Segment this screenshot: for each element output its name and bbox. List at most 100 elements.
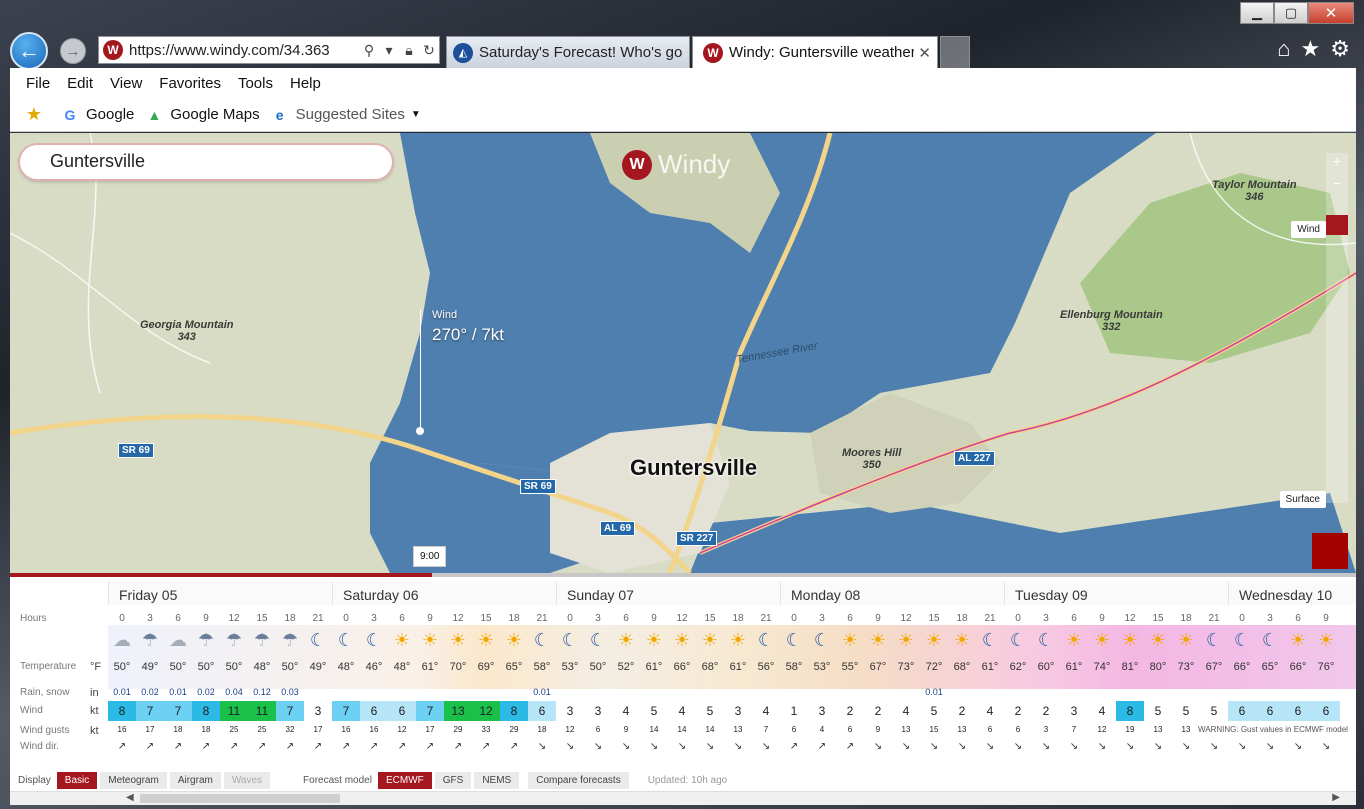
moon-icon: ☾ bbox=[1205, 630, 1223, 650]
temps-cell: 56° bbox=[757, 661, 775, 673]
temps-cell: 74° bbox=[1093, 661, 1111, 673]
model-gfs-button[interactable]: GFS bbox=[434, 771, 472, 789]
wind-cell: 11 bbox=[220, 701, 248, 721]
sun-icon: ☀ bbox=[953, 630, 971, 650]
ie-icon: e bbox=[275, 106, 284, 123]
rain-cell: 0.04 bbox=[225, 687, 243, 697]
dirs-cell: ↘ bbox=[1153, 741, 1163, 752]
zoom-out-button[interactable]: − bbox=[1326, 175, 1348, 197]
fav-google[interactable]: G Google bbox=[60, 105, 135, 125]
hours-cell: 6 bbox=[175, 613, 181, 624]
temps-cell: 61° bbox=[421, 661, 439, 673]
fav-suggested-sites[interactable]: e Suggested Sites ▼ bbox=[270, 105, 421, 125]
sun-icon: ☀ bbox=[393, 630, 411, 650]
compare-forecasts-button[interactable]: Compare forecasts bbox=[528, 771, 629, 789]
minimize-button[interactable]: ▁ bbox=[1240, 2, 1274, 24]
scroll-left-icon[interactable]: ◀ bbox=[126, 792, 134, 803]
horizontal-scrollbar[interactable]: ◀ ▶ bbox=[10, 791, 1356, 805]
windy-logo[interactable]: W Windy bbox=[622, 149, 730, 180]
sun-icon: ☀ bbox=[477, 630, 495, 650]
close-window-button[interactable]: ✕ bbox=[1308, 2, 1354, 24]
dirs-cell: ↗ bbox=[845, 741, 855, 752]
menu-favorites[interactable]: Favorites bbox=[159, 75, 221, 92]
sun-icon: ☀ bbox=[449, 630, 467, 650]
gusts-cell: 16 bbox=[117, 725, 127, 734]
overlay-selector-handle[interactable] bbox=[1326, 215, 1348, 235]
rain-cell bbox=[1312, 687, 1340, 697]
address-url[interactable]: https://www.windy.com/34.363 bbox=[129, 42, 359, 59]
model-nems-button[interactable]: NEMS bbox=[474, 771, 520, 789]
day-header[interactable]: Monday 08 bbox=[780, 581, 1004, 605]
temps-cell: 58° bbox=[785, 661, 803, 673]
bottom-controls: Display Basic Meteogram Airgram Waves Fo… bbox=[10, 769, 1356, 791]
search-icon[interactable]: ⚲ bbox=[359, 42, 379, 59]
gusts-cell: 16 bbox=[341, 725, 351, 734]
dropdown-icon[interactable]: ▾ bbox=[379, 42, 399, 59]
gear-icon[interactable]: ⚙ bbox=[1330, 36, 1350, 62]
menu-edit[interactable]: Edit bbox=[67, 75, 93, 92]
rain-cell: 0.02 bbox=[141, 687, 159, 697]
wind-marker-dot[interactable] bbox=[416, 427, 424, 435]
temps-cell: 65° bbox=[1261, 661, 1279, 673]
new-tab-button[interactable] bbox=[940, 36, 970, 68]
map-view[interactable]: Guntersville W Windy Wind 270° / 7kt Geor… bbox=[10, 133, 1356, 573]
menu-tools[interactable]: Tools bbox=[238, 75, 273, 92]
temps-cell: 46° bbox=[365, 661, 383, 673]
display-meteogram-button[interactable]: Meteogram bbox=[100, 771, 167, 789]
menu-view[interactable]: View bbox=[110, 75, 142, 92]
forward-button[interactable]: → bbox=[60, 38, 86, 64]
dirs-cell: ↗ bbox=[481, 741, 491, 752]
scroll-thumb[interactable] bbox=[140, 794, 340, 803]
dirs-cell: ↘ bbox=[1237, 741, 1247, 752]
search-input[interactable]: Guntersville bbox=[20, 145, 392, 179]
gusts-unit: kt bbox=[90, 725, 99, 737]
overlay-wind-tag[interactable]: Wind bbox=[1291, 221, 1326, 238]
display-basic-button[interactable]: Basic bbox=[56, 771, 98, 789]
address-bar[interactable]: W https://www.windy.com/34.363 ⚲ ▾ 🔒︎ ↻ bbox=[98, 36, 440, 64]
dirs-cell: ↘ bbox=[677, 741, 687, 752]
lock-icon[interactable]: 🔒︎ bbox=[399, 42, 419, 59]
back-button[interactable]: ← bbox=[10, 32, 48, 70]
close-tab-icon[interactable]: ✕ bbox=[918, 44, 931, 62]
star-icon[interactable]: ★ bbox=[1301, 36, 1321, 62]
temps-cell: 81° bbox=[1121, 661, 1139, 673]
level-surface-tag[interactable]: Surface bbox=[1279, 491, 1326, 508]
day-header[interactable]: Saturday 06 bbox=[332, 581, 556, 605]
hours-cell: 12 bbox=[228, 613, 240, 624]
chevron-down-icon: ▼ bbox=[410, 109, 421, 120]
hours-cell: 15 bbox=[928, 613, 940, 624]
sun-icon: ☀ bbox=[1317, 630, 1335, 650]
menu-file[interactable]: File bbox=[26, 75, 50, 92]
sun-icon: ☀ bbox=[421, 630, 439, 650]
favorites-star-icon[interactable]: ★ bbox=[24, 104, 50, 125]
town-label: Guntersville bbox=[630, 455, 758, 480]
day-header[interactable]: Friday 05 bbox=[108, 581, 332, 605]
display-airgram-button[interactable]: Airgram bbox=[169, 771, 221, 789]
maximize-button[interactable]: ▢ bbox=[1274, 2, 1308, 24]
model-ecmwf-button[interactable]: ECMWF bbox=[377, 771, 432, 789]
play-button[interactable] bbox=[1312, 533, 1348, 569]
wind-cell: 5 bbox=[930, 704, 938, 718]
day-header[interactable]: Tuesday 09 bbox=[1004, 581, 1228, 605]
temps-cell: 61° bbox=[645, 661, 663, 673]
day-header[interactable]: Sunday 07 bbox=[556, 581, 780, 605]
rain-cell bbox=[360, 687, 388, 697]
time-marker[interactable]: 9:00 bbox=[413, 546, 447, 567]
zoom-in-button[interactable]: + bbox=[1326, 153, 1348, 175]
fav-google-maps[interactable]: ▲ Google Maps bbox=[144, 105, 259, 125]
menu-help[interactable]: Help bbox=[290, 75, 321, 92]
scroll-right-icon[interactable]: ▶ bbox=[1332, 792, 1340, 803]
gusts-cell: 6 bbox=[791, 725, 797, 734]
display-label: Display bbox=[18, 774, 51, 786]
tab-windy-guntersville[interactable]: W Windy: Guntersville weather... ✕ bbox=[692, 36, 938, 68]
temps-cell: 48° bbox=[337, 661, 355, 673]
windy-favicon-icon: W bbox=[103, 40, 123, 60]
home-icon[interactable]: ⌂ bbox=[1277, 36, 1290, 62]
wind-cell: 5 bbox=[706, 704, 714, 718]
display-waves-button[interactable]: Waves bbox=[223, 771, 271, 789]
temps-cell: 50° bbox=[589, 661, 607, 673]
day-header[interactable]: Wednesday 10 bbox=[1228, 581, 1356, 605]
tab-saturday-forecast[interactable]: ◭ Saturday's Forecast! Who's goi... bbox=[446, 36, 690, 68]
refresh-icon[interactable]: ↻ bbox=[419, 42, 439, 59]
wind-cell: 4 bbox=[986, 704, 994, 718]
